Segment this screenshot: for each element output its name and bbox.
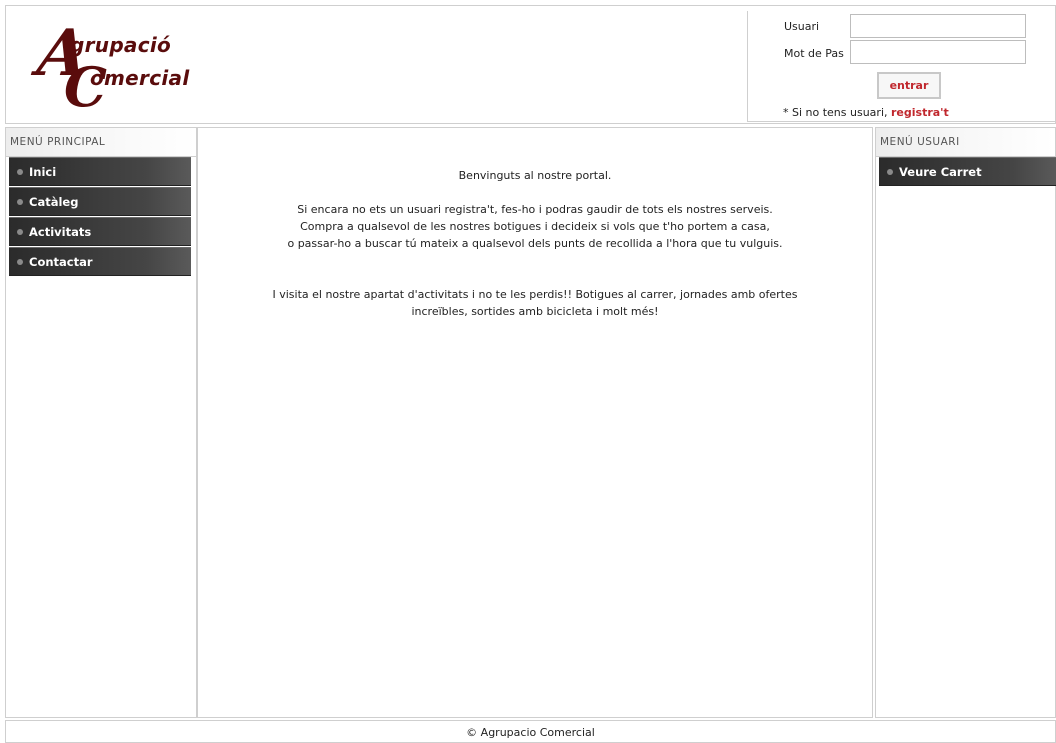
welcome-text: Benvinguts al nostre portal. <box>458 169 612 182</box>
password-label: Mot de Pas <box>784 47 844 60</box>
content-area: Benvinguts al nostre portal. Si encara n… <box>198 128 872 320</box>
logo-word-omercial: omercial <box>90 66 190 90</box>
logo-word-grupacio: grupació <box>70 33 172 57</box>
username-input[interactable] <box>850 14 1026 38</box>
header: A grupació C omercial Usuari Mot de Pas … <box>5 5 1056 124</box>
username-label: Usuari <box>784 20 820 33</box>
main-menu-title: MENÚ PRINCIPAL <box>6 128 196 157</box>
menu-item-label: Activitats <box>29 225 92 239</box>
left-sidebar: MENÚ PRINCIPAL Inici Catàleg Activitats … <box>5 127 197 718</box>
intro-line-1: Si encara no ets un usuari registra't, f… <box>297 203 773 216</box>
footer: © Agrupacio Comercial <box>5 720 1056 743</box>
menu-item-label: Veure Carret <box>899 165 982 179</box>
activities-line-1: I visita el nostre apartat d'activitats … <box>272 288 798 301</box>
activities-line-2: increïbles, sortides amb bicicleta i mol… <box>411 305 659 318</box>
main-menu: Inici Catàleg Activitats Contactar <box>6 157 196 276</box>
login-button[interactable]: entrar <box>877 72 941 99</box>
site-logo[interactable]: A grupació C omercial <box>34 16 218 114</box>
register-link[interactable]: registra't <box>891 106 949 119</box>
menu-item-label: Catàleg <box>29 195 79 209</box>
menu-item-contactar[interactable]: Contactar <box>9 247 191 276</box>
bullet-icon <box>17 259 23 265</box>
activities-paragraph: I visita el nostre apartat d'activitats … <box>198 286 872 320</box>
intro-line-2: Compra a qualsevol de les nostres botigu… <box>300 220 770 233</box>
intro-paragraph: Si encara no ets un usuari registra't, f… <box>198 201 872 252</box>
menu-item-label: Contactar <box>29 255 93 269</box>
main-content: Benvinguts al nostre portal. Si encara n… <box>197 127 873 718</box>
user-menu: Veure Carret <box>876 157 1056 186</box>
user-menu-title: MENÚ USUARI <box>876 128 1055 157</box>
right-sidebar: MENÚ USUARI Veure Carret <box>875 127 1056 718</box>
password-input[interactable] <box>850 40 1026 64</box>
menu-item-inici[interactable]: Inici <box>9 157 191 186</box>
bullet-icon <box>887 169 893 175</box>
login-form: Usuari Mot de Pas entrar * Si no tens us… <box>747 11 1056 122</box>
menu-item-activitats[interactable]: Activitats <box>9 217 191 246</box>
intro-line-3: o passar-ho a buscar tú mateix a qualsev… <box>287 237 783 250</box>
register-note: * Si no tens usuari, registra't <box>783 106 949 119</box>
register-prefix: * Si no tens usuari, <box>783 106 891 119</box>
menu-item-label: Inici <box>29 165 57 179</box>
copyright-text: © Agrupacio Comercial <box>466 726 595 739</box>
bullet-icon <box>17 229 23 235</box>
menu-item-veure-carret[interactable]: Veure Carret <box>879 157 1056 186</box>
bullet-icon <box>17 199 23 205</box>
bullet-icon <box>17 169 23 175</box>
menu-item-cataleg[interactable]: Catàleg <box>9 187 191 216</box>
